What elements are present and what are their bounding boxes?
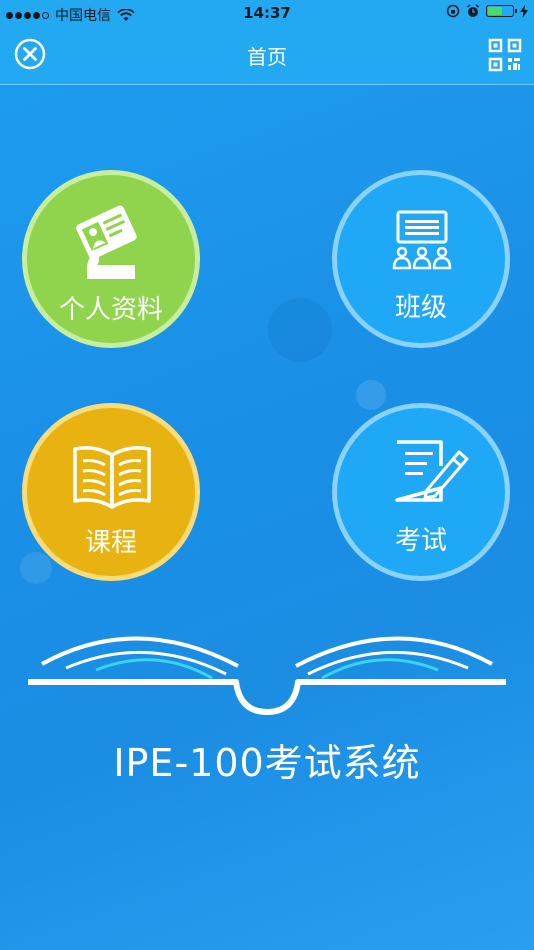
background-bubble	[268, 298, 332, 362]
course-label: 课程	[84, 528, 137, 558]
background-bubble	[356, 380, 386, 410]
class-tile[interactable]: 班级	[332, 170, 510, 348]
system-title: IPE-100考试系统	[113, 741, 421, 785]
alarm-icon	[467, 4, 479, 17]
status-indicators	[446, 4, 528, 18]
profile-label: 个人资料	[58, 295, 163, 325]
orientation-lock-icon	[446, 4, 460, 18]
exam-label: 考试	[394, 526, 447, 556]
battery-icon	[486, 5, 517, 17]
profile-tile[interactable]: 个人资料	[22, 170, 200, 348]
page-title: 首页	[247, 45, 287, 69]
charging-icon	[520, 4, 528, 18]
id-card-icon	[76, 205, 137, 279]
class-label: 班级	[394, 293, 447, 323]
book-icon	[73, 446, 151, 509]
exam-tile[interactable]: 考试	[332, 403, 510, 581]
course-tile[interactable]: 课程	[22, 403, 200, 581]
qr-code-icon[interactable]	[488, 38, 522, 72]
status-bar: 中国电信 14:37	[0, 0, 534, 28]
exam-paper-pencil-icon	[395, 440, 469, 502]
classroom-icon	[392, 210, 452, 270]
open-book-logo	[28, 636, 506, 715]
nav-bar: 首页	[0, 28, 534, 85]
